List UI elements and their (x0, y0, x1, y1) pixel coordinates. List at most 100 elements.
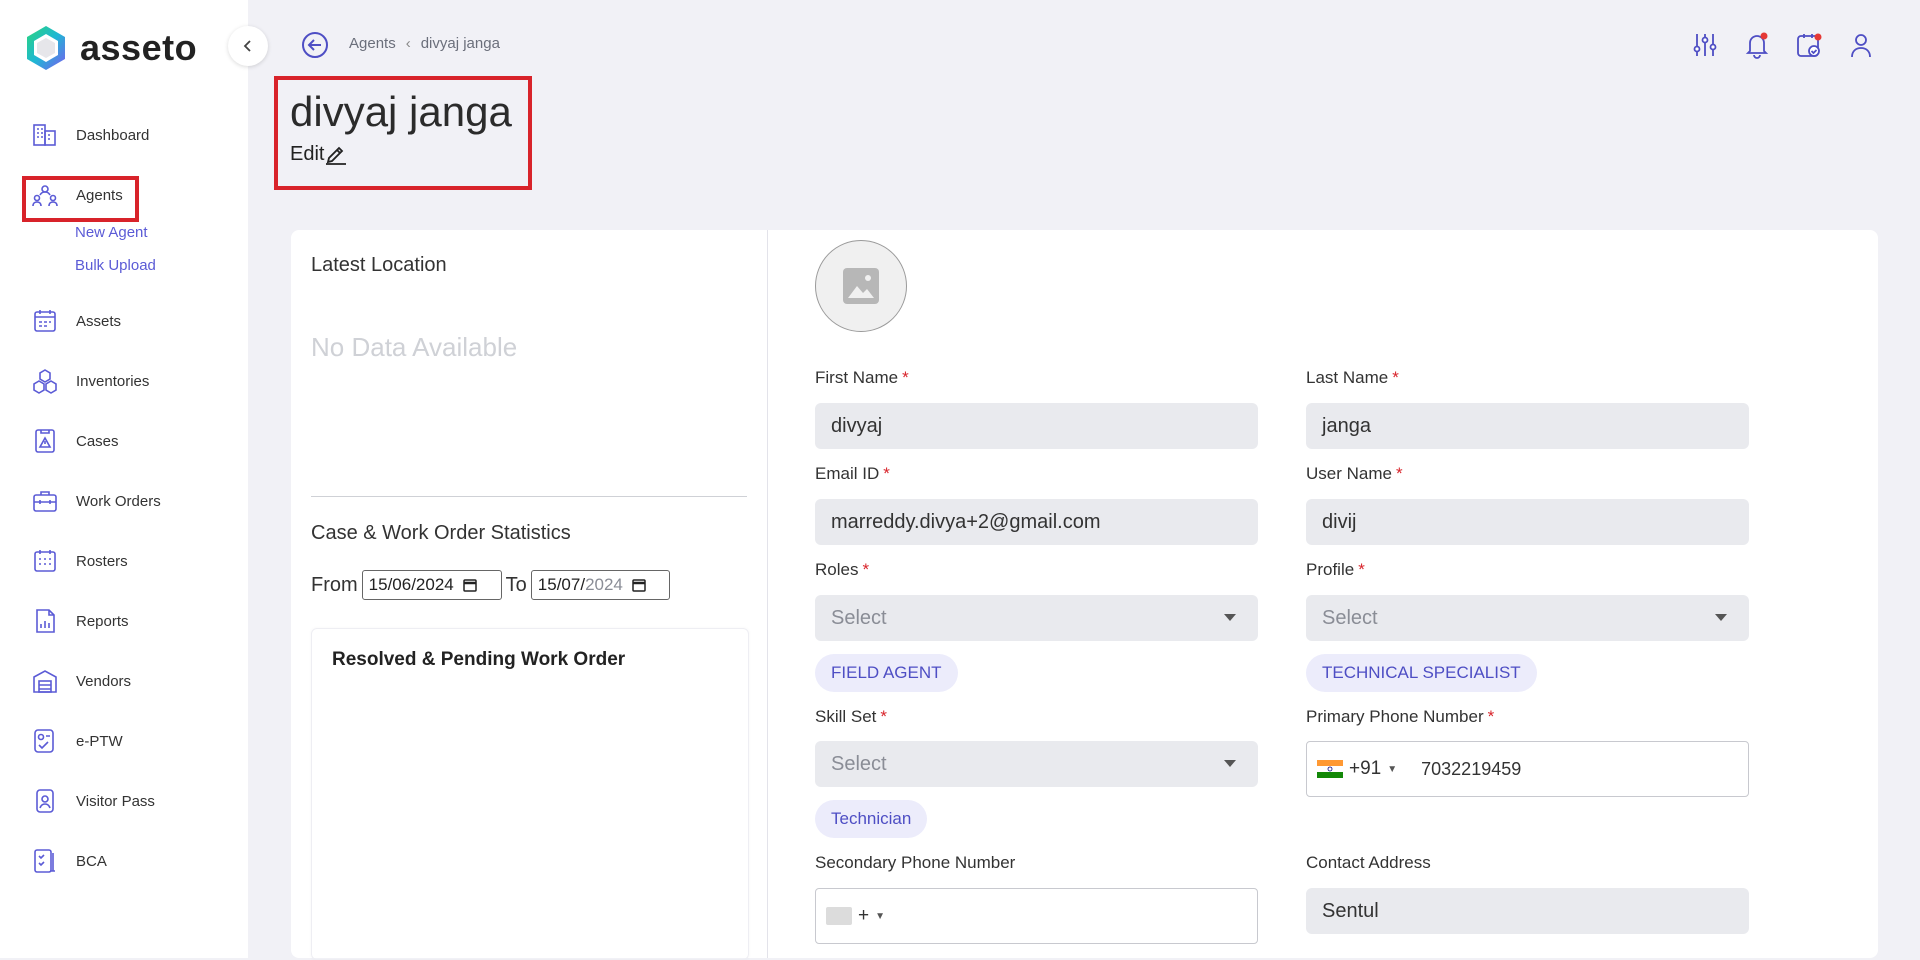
sidebar-item-assets[interactable]: Assets (30, 301, 121, 341)
sidebar-item-label: Work Orders (76, 492, 161, 510)
from-date-input[interactable]: 15/06/2024 (361, 570, 502, 600)
visitor-pass-icon (30, 786, 60, 816)
first-name-label: First Name * (815, 368, 909, 387)
statistics-panel: Latest Location No Data Available Case &… (311, 230, 749, 960)
back-arrow-circle-icon (302, 32, 328, 58)
from-label: From (311, 573, 358, 596)
india-flag-icon (1317, 760, 1343, 778)
first-name-input[interactable]: divyaj (815, 403, 1258, 449)
user-icon (1851, 34, 1871, 58)
contact-address-value: Sentul (1322, 899, 1379, 922)
last-name-label: Last Name * (1306, 368, 1399, 387)
to-label: To (505, 573, 527, 596)
sidebar-item-label: Rosters (76, 552, 128, 570)
skill-chip[interactable]: Technician (815, 800, 928, 838)
assets-icon (30, 306, 60, 336)
vendors-icon (30, 666, 60, 696)
skill-set-select[interactable]: Select (815, 741, 1258, 787)
calendar-icon (632, 579, 646, 592)
bca-icon (30, 846, 60, 876)
secondary-phone-label: Secondary Phone Number (815, 853, 1016, 872)
skill-set-placeholder: Select (831, 752, 887, 775)
skill-set-label: Skill Set * (815, 707, 888, 726)
date-range: From 15/06/2024 To 15/07/2024 (311, 570, 674, 600)
email-value: marreddy.divya+2@gmail.com (831, 510, 1101, 533)
brand-logo[interactable]: asseto (24, 24, 197, 72)
sidebar-item-label: Visitor Pass (76, 792, 155, 810)
sidebar: asseto Dashboard Agents New Agent Bulk U… (0, 0, 248, 958)
to-date-input[interactable]: 15/07/2024 (530, 570, 670, 600)
email-input[interactable]: marreddy.divya+2@gmail.com (815, 499, 1258, 545)
collapse-sidebar-button[interactable] (228, 26, 268, 66)
contact-address-input[interactable]: Sentul (1306, 888, 1749, 934)
sidebar-item-vendors[interactable]: Vendors (30, 661, 131, 701)
last-name-value: janga (1322, 414, 1371, 437)
avatar-upload[interactable] (815, 240, 907, 332)
primary-country-code: +91 (1349, 758, 1382, 779)
sidebar-subitem-new-agent[interactable]: New Agent (75, 224, 148, 241)
section-divider (311, 496, 747, 497)
last-name-input[interactable]: janga (1306, 403, 1749, 449)
sidebar-subitem-bulk-upload[interactable]: Bulk Upload (75, 257, 156, 274)
sidebar-item-label: BCA (76, 852, 107, 870)
sidebar-item-reports[interactable]: Reports (30, 601, 129, 641)
brand-name: asseto (80, 27, 198, 68)
roles-label: Roles * (815, 560, 870, 579)
cases-icon (30, 426, 60, 456)
building-icon (30, 120, 60, 150)
sidebar-item-label: Vendors (76, 672, 132, 690)
country-dropdown-icon[interactable]: ▼ (875, 911, 885, 922)
tasks-button[interactable] (1794, 30, 1824, 60)
eptw-icon (30, 726, 60, 756)
user-profile-button[interactable] (1846, 30, 1876, 60)
panel-divider (767, 230, 768, 958)
image-placeholder-icon (843, 268, 879, 304)
role-chip[interactable]: FIELD AGENT (815, 654, 958, 692)
sidebar-item-label: Cases (76, 432, 119, 450)
username-input[interactable]: divij (1306, 499, 1749, 545)
sidebar-item-cases[interactable]: Cases (30, 421, 119, 461)
sidebar-item-eptw[interactable]: e-PTW (30, 721, 123, 761)
dropdown-arrow-icon (1224, 760, 1236, 767)
filter-settings-button[interactable] (1690, 30, 1720, 60)
sidebar-item-label: Assets (76, 312, 122, 330)
no-data-text: No Data Available (311, 332, 518, 362)
sidebar-item-inventories[interactable]: Inventories (30, 361, 149, 401)
profile-select[interactable]: Select (1306, 595, 1749, 641)
sidebar-item-dashboard[interactable]: Dashboard (30, 115, 149, 155)
secondary-phone-input[interactable]: + ▼ (815, 888, 1258, 944)
contact-address-label: Contact Address (1306, 853, 1431, 872)
profile-chip[interactable]: TECHNICAL SPECIALIST (1306, 654, 1537, 692)
chevron-left-icon (243, 40, 251, 52)
primary-phone-label: Primary Phone Number * (1306, 707, 1495, 726)
roles-placeholder: Select (831, 606, 887, 629)
dropdown-arrow-icon (1715, 614, 1727, 621)
stats-title: Case & Work Order Statistics (311, 522, 571, 544)
breadcrumb-parent[interactable]: Agents (349, 35, 396, 52)
breadcrumb-separator-icon: ‹ (405, 35, 411, 52)
from-date-value: 15/06/2024 (368, 575, 454, 594)
sidebar-item-rosters[interactable]: Rosters (30, 541, 128, 581)
notifications-button[interactable] (1742, 30, 1772, 60)
inventories-icon (30, 366, 60, 396)
username-label: User Name * (1306, 464, 1403, 483)
agents-highlight-box (22, 176, 139, 222)
roles-select[interactable]: Select (815, 595, 1258, 641)
agent-detail-card: Latest Location No Data Available Case &… (291, 230, 1878, 960)
sidebar-item-work-orders[interactable]: Work Orders (30, 481, 161, 521)
country-dropdown-icon[interactable]: ▼ (1387, 764, 1397, 775)
breadcrumb: Agents ‹ divyaj janga (349, 35, 500, 52)
sidebar-item-label: e-PTW (76, 732, 123, 750)
blank-flag-icon (826, 907, 852, 925)
bell-icon (1745, 32, 1769, 59)
primary-phone-value: 7032219459 (1421, 758, 1522, 779)
asseto-logo-icon (27, 26, 65, 70)
back-button[interactable] (300, 30, 330, 60)
sidebar-item-visitor-pass[interactable]: Visitor Pass (30, 781, 155, 821)
sidebar-item-bca[interactable]: BCA (30, 841, 107, 881)
breadcrumb-current: divyaj janga (420, 35, 500, 52)
to-date-year: 2024 (585, 575, 623, 594)
title-highlight-box (274, 76, 532, 190)
sidebar-item-label: Inventories (76, 372, 150, 390)
primary-phone-input[interactable]: +91 ▼ 7032219459 (1306, 741, 1749, 797)
